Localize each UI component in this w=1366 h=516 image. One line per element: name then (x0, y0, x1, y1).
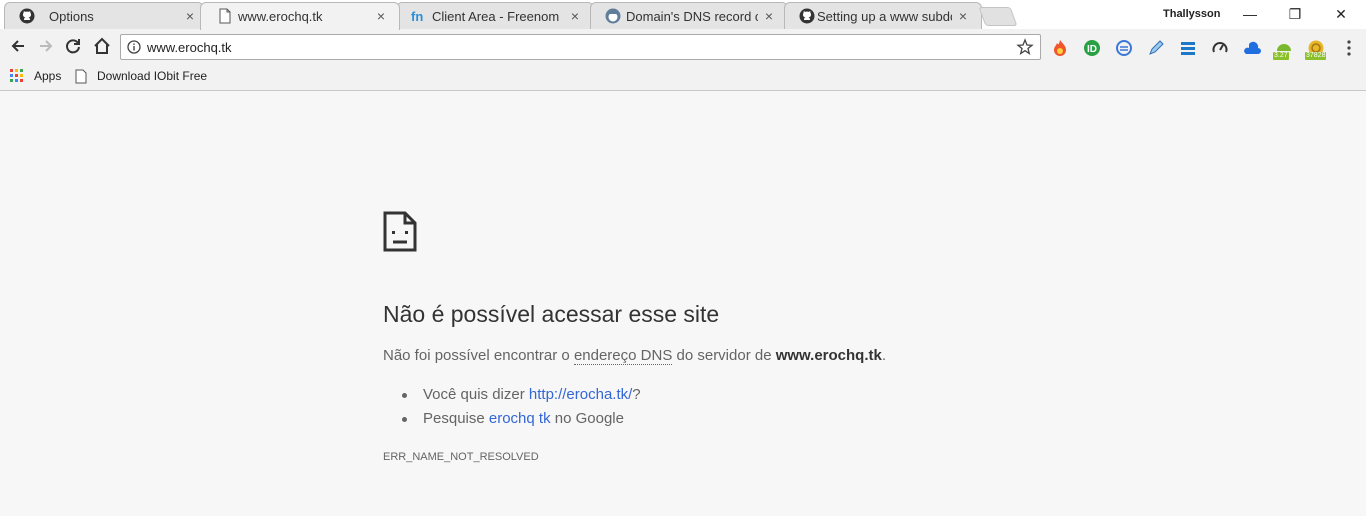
bullet (402, 393, 407, 398)
desc-mid: do servidor de (672, 347, 776, 364)
id-extension-icon[interactable]: ID (1083, 39, 1101, 57)
desc-prefix: Não foi possível encontrar o (383, 347, 574, 364)
extension-badge: 37828 (1305, 52, 1327, 60)
tab-erochq[interactable]: www.erochq.tk × (200, 2, 400, 30)
svg-text:fn: fn (411, 9, 423, 24)
suggested-url-link[interactable]: http://erocha.tk/ (529, 386, 632, 403)
coin-extension-icon[interactable]: 37828 (1305, 39, 1327, 60)
forward-arrow-icon[interactable] (36, 36, 56, 56)
suggestion-text: Pesquise (423, 410, 489, 427)
freenom-icon: fn (411, 9, 423, 24)
android-extension-icon[interactable]: 3.27 (1273, 39, 1293, 60)
tab-options[interactable]: Options × (4, 2, 204, 29)
stackexchange-icon (605, 8, 621, 24)
hostname: www.erochq.tk (775, 347, 882, 364)
tab-freenom[interactable]: fn Client Area - Freenom × (396, 2, 594, 29)
sad-page-icon (383, 211, 417, 252)
close-tab-icon[interactable]: × (373, 8, 389, 24)
apps-grid-icon[interactable] (10, 69, 24, 83)
pen-extension-icon[interactable] (1147, 39, 1165, 57)
fire-extension-icon[interactable] (1051, 39, 1069, 57)
suggestion-text: Você quis dizer (423, 386, 529, 403)
tab-strip: Options × www.erochq.tk × fn Client Area… (0, 0, 1366, 30)
apps-shortcut[interactable]: Apps (34, 69, 61, 83)
search-query-link[interactable]: erochq tk (489, 410, 551, 427)
close-window-button[interactable]: ✕ (1331, 4, 1351, 24)
github-icon (19, 8, 35, 24)
error-heading: Não é possível acessar esse site (383, 301, 720, 327)
bookmark-star-icon[interactable] (1016, 38, 1034, 56)
suggestion-text: no Google (550, 410, 624, 427)
url-text: www.erochq.tk (147, 40, 232, 55)
address-bar[interactable]: www.erochq.tk (120, 34, 1041, 60)
close-tab-icon[interactable]: × (567, 8, 583, 24)
dns-address-term[interactable]: endereço DNS (573, 347, 673, 365)
close-tab-icon[interactable]: × (955, 8, 971, 24)
suggestion-did-you-mean: Você quis dizer http://erocha.tk/? (423, 386, 641, 403)
home-icon[interactable] (92, 36, 112, 56)
bookmarks-bar: Apps Download IObit Free (0, 64, 1366, 91)
tab-title: Domain's DNS record co (626, 9, 758, 24)
sync-extension-icon[interactable] (1115, 39, 1133, 57)
menu-dots-icon[interactable] (1340, 39, 1358, 57)
cloud-extension-icon[interactable] (1243, 39, 1261, 57)
reload-icon[interactable] (63, 36, 83, 56)
speedometer-extension-icon[interactable] (1211, 39, 1229, 57)
error-code: ERR_NAME_NOT_RESOLVED (383, 451, 539, 463)
bullet (402, 417, 407, 422)
info-icon[interactable] (127, 40, 141, 54)
tab-dns-record[interactable]: Domain's DNS record co × (590, 2, 788, 29)
error-description: Não foi possível encontrar o endereço DN… (383, 347, 887, 365)
extension-badge: 3.27 (1273, 52, 1289, 60)
tab-title: Options (49, 9, 94, 24)
new-tab-button[interactable] (978, 7, 1018, 26)
back-arrow-icon[interactable] (8, 36, 28, 56)
minimize-button[interactable]: — (1240, 4, 1260, 24)
page-icon (75, 69, 87, 84)
tab-title: www.erochq.tk (238, 9, 323, 24)
layers-extension-icon[interactable] (1179, 39, 1197, 57)
page-icon (219, 8, 231, 24)
tab-title: Setting up a www subdo (817, 9, 952, 24)
tab-www-subdomain[interactable]: Setting up a www subdo × (784, 2, 982, 29)
bookmark-iobit[interactable]: Download IObit Free (97, 69, 209, 83)
close-tab-icon[interactable]: × (182, 8, 198, 24)
profile-name[interactable]: Thallysson (1163, 8, 1220, 20)
close-tab-icon[interactable]: × (761, 8, 777, 24)
restore-button[interactable]: ❐ (1285, 4, 1305, 24)
svg-text:ID: ID (1087, 44, 1097, 55)
tab-title: Client Area - Freenom (432, 9, 560, 24)
github-icon (799, 8, 815, 24)
suggestion-text: ? (632, 386, 641, 403)
suggestion-search: Pesquise erochq tk no Google (423, 410, 624, 427)
desc-end: . (881, 347, 887, 364)
